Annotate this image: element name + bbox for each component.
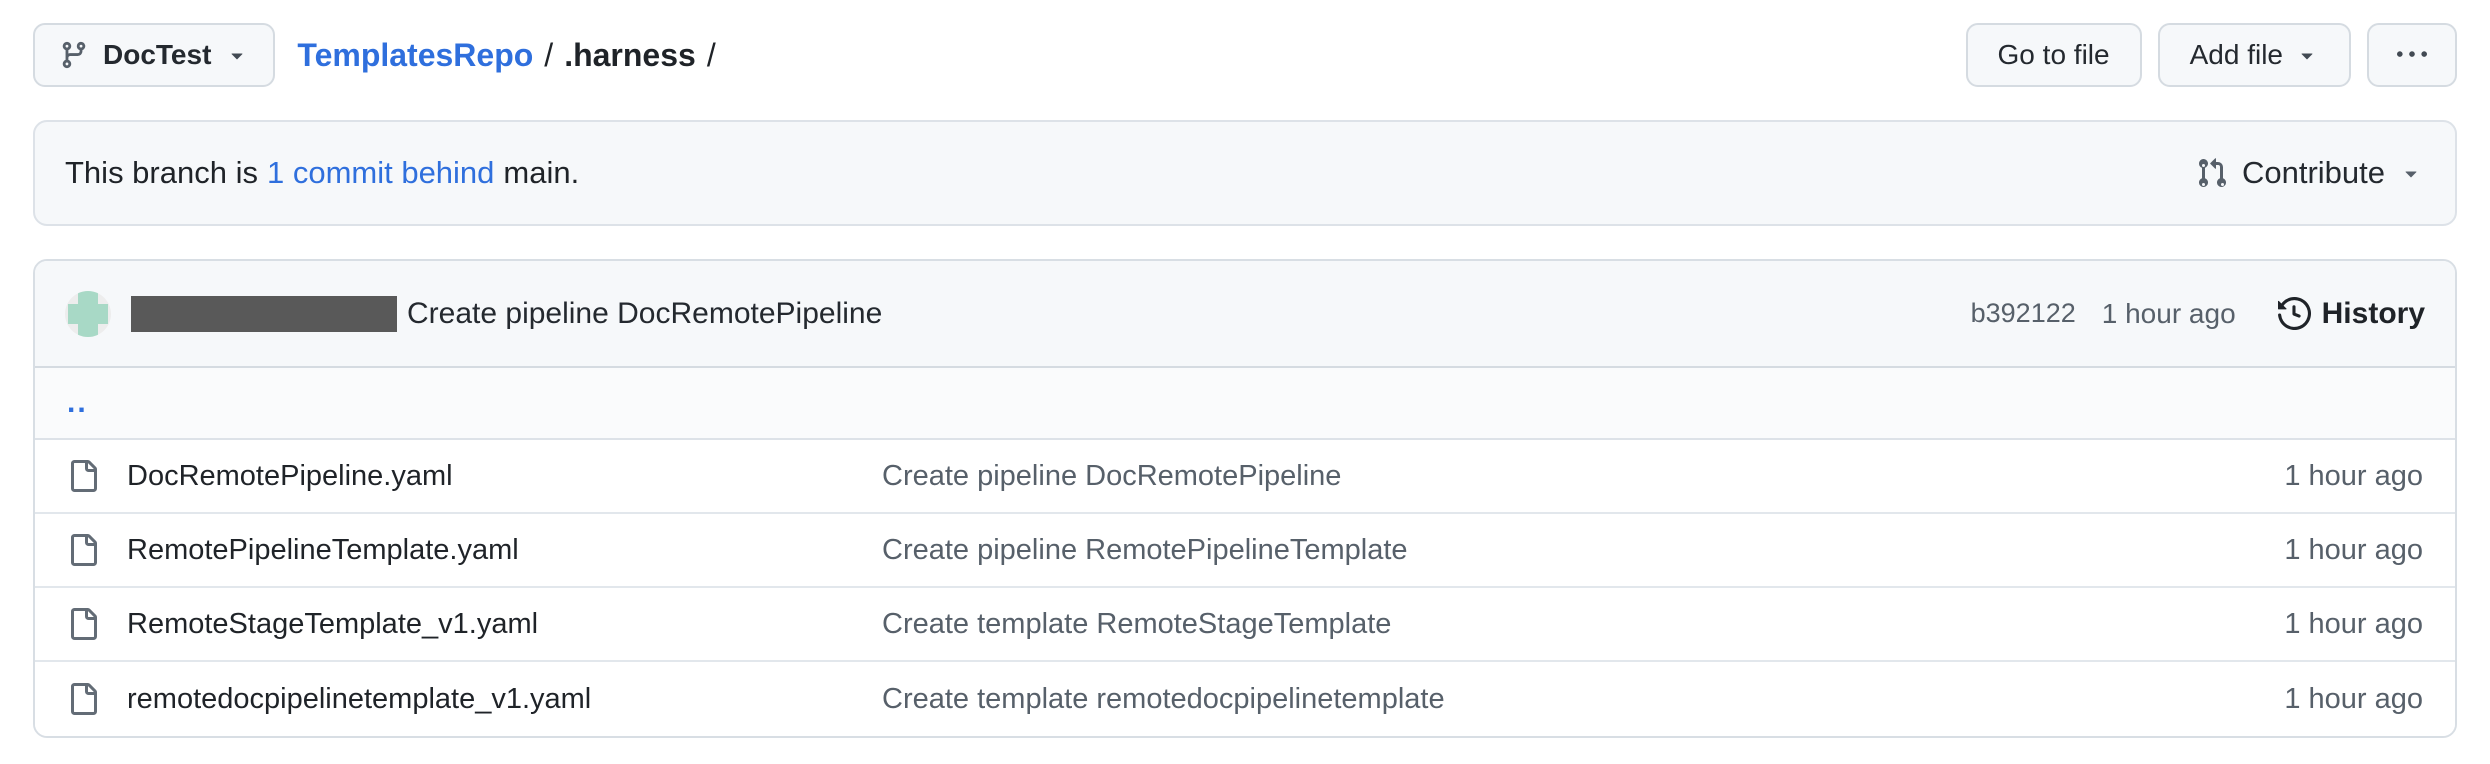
table-row[interactable]: remotedocpipelinetemplate_v1.yaml Create… (35, 662, 2455, 736)
branch-selector-button[interactable]: DocTest (33, 23, 275, 87)
file-commit-time: 1 hour ago (2284, 683, 2423, 716)
file-name-cell: RemotePipelineTemplate.yaml (67, 534, 882, 567)
chevron-down-icon (2295, 43, 2319, 67)
table-row[interactable]: RemoteStageTemplate_v1.yaml Create templ… (35, 588, 2455, 662)
file-name-link[interactable]: RemotePipelineTemplate.yaml (127, 534, 519, 567)
latest-commit-header: Create pipeline DocRemotePipeline b39212… (35, 261, 2455, 368)
avatar[interactable] (65, 291, 111, 337)
breadcrumb-separator: / (707, 37, 716, 74)
top-bar: DocTest TemplatesRepo / .harness / Go to… (33, 23, 2457, 87)
file-name-cell: DocRemotePipeline.yaml (67, 460, 882, 493)
author-name-redacted (131, 296, 397, 332)
breadcrumb-repo-link[interactable]: TemplatesRepo (297, 37, 533, 74)
parent-directory-link[interactable]: .. (67, 386, 88, 420)
file-commit-time: 1 hour ago (2284, 608, 2423, 641)
file-name-link[interactable]: DocRemotePipeline.yaml (127, 460, 453, 493)
contribute-dropdown[interactable]: Contribute (2196, 155, 2423, 191)
table-row[interactable]: DocRemotePipeline.yaml Create pipeline D… (35, 440, 2455, 514)
breadcrumb-separator: / (544, 37, 553, 74)
file-commit-message-link[interactable]: Create pipeline DocRemotePipeline (882, 460, 2284, 493)
top-bar-actions: Go to file Add file (1966, 23, 2457, 87)
add-file-label: Add file (2190, 39, 2283, 71)
branch-name: DocTest (103, 39, 211, 71)
breadcrumb-current-dir: .harness (564, 37, 696, 74)
commit-time: 1 hour ago (2102, 298, 2236, 330)
commit-sha-link[interactable]: b392122 (1971, 298, 2076, 329)
contribute-label: Contribute (2242, 155, 2385, 191)
breadcrumb: TemplatesRepo / .harness / (297, 37, 715, 74)
history-link[interactable]: History (2278, 297, 2425, 331)
status-text-prefix: This branch is (65, 155, 258, 190)
add-file-button[interactable]: Add file (2158, 23, 2351, 87)
file-icon (67, 608, 99, 640)
file-commit-message-link[interactable]: Create template RemoteStageTemplate (882, 608, 2284, 641)
branch-status-banner: This branch is 1 commit behind main. Contr… (33, 120, 2457, 226)
file-listing-panel: Create pipeline DocRemotePipeline b39212… (33, 259, 2457, 738)
chevron-down-icon (2399, 161, 2423, 185)
file-icon (67, 683, 99, 715)
git-compare-icon (2196, 157, 2228, 189)
parent-directory-row[interactable]: .. (35, 368, 2455, 440)
go-to-file-button[interactable]: Go to file (1966, 23, 2142, 87)
file-name-link[interactable]: remotedocpipelinetemplate_v1.yaml (127, 683, 591, 716)
file-name-cell: RemoteStageTemplate_v1.yaml (67, 608, 882, 641)
branch-status-text: This branch is 1 commit behind main. (65, 155, 579, 191)
chevron-down-icon (225, 43, 249, 67)
commits-behind-link[interactable]: 1 commit behind (267, 155, 494, 190)
file-icon (67, 460, 99, 492)
latest-commit-meta: b392122 1 hour ago History (1971, 297, 2425, 331)
latest-commit-message-link[interactable]: Create pipeline DocRemotePipeline (407, 297, 882, 331)
file-name-link[interactable]: RemoteStageTemplate_v1.yaml (127, 608, 538, 641)
more-options-button[interactable] (2367, 23, 2457, 87)
latest-commit-info: Create pipeline DocRemotePipeline (65, 291, 882, 337)
repo-file-browser: DocTest TemplatesRepo / .harness / Go to… (33, 0, 2457, 738)
file-commit-time: 1 hour ago (2284, 534, 2423, 567)
file-commit-message-link[interactable]: Create pipeline RemotePipelineTemplate (882, 534, 2284, 567)
history-clock-icon (2278, 297, 2311, 330)
history-label: History (2322, 297, 2425, 331)
table-row[interactable]: RemotePipelineTemplate.yaml Create pipel… (35, 514, 2455, 588)
file-name-cell: remotedocpipelinetemplate_v1.yaml (67, 683, 882, 716)
kebab-horizontal-icon (2397, 40, 2427, 70)
git-branch-icon (59, 40, 89, 70)
file-commit-time: 1 hour ago (2284, 460, 2423, 493)
branch-and-breadcrumb: DocTest TemplatesRepo / .harness / (33, 23, 716, 87)
file-icon (67, 534, 99, 566)
file-commit-message-link[interactable]: Create template remotedocpipelinetemplat… (882, 683, 2284, 716)
status-text-suffix: main. (503, 155, 579, 190)
